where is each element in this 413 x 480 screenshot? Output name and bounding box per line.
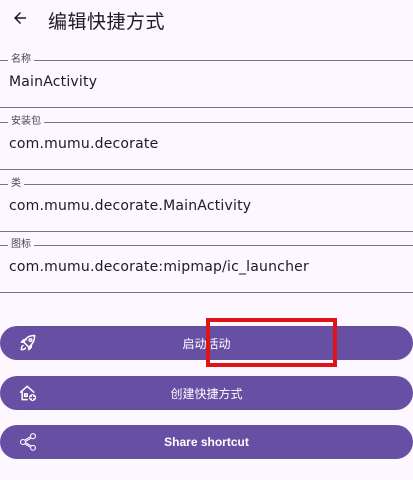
package-field[interactable]: 安装包 com.mumu.decorate (0, 115, 413, 170)
page-title: 编辑快捷方式 (48, 11, 166, 33)
share-shortcut-button[interactable]: Share shortcut (0, 425, 413, 459)
name-field-value: MainActivity (9, 74, 98, 90)
icon-field[interactable]: 图标 com.mumu.decorate:mipmap/ic_launcher (0, 238, 413, 293)
name-field[interactable]: 名称 MainActivity (0, 53, 413, 108)
package-field-label: 安装包 (8, 115, 44, 129)
create-shortcut-button[interactable]: 创建快捷方式 (0, 376, 413, 410)
create-shortcut-label: 创建快捷方式 (170, 386, 243, 401)
class-field-label: 类 (8, 177, 24, 191)
launch-activity-button[interactable]: 启动活动 (0, 326, 413, 360)
add-home-icon (18, 383, 38, 403)
launch-activity-label: 启动活动 (182, 336, 231, 351)
class-field[interactable]: 类 com.mumu.decorate.MainActivity (0, 177, 413, 232)
class-field-value: com.mumu.decorate.MainActivity (9, 198, 252, 214)
icon-field-label: 图标 (8, 238, 34, 252)
package-field-value: com.mumu.decorate (9, 136, 159, 152)
top-app-bar: 编辑快捷方式 (0, 0, 413, 40)
edit-shortcut-screen: 编辑快捷方式 名称 MainActivity 安装包 com.mumu.deco… (0, 0, 413, 480)
icon-field-value: com.mumu.decorate:mipmap/ic_launcher (9, 259, 309, 275)
share-shortcut-label: Share shortcut (164, 435, 249, 449)
share-icon (18, 432, 38, 452)
back-button[interactable] (8, 6, 32, 30)
rocket-icon (18, 333, 38, 353)
name-field-label: 名称 (8, 53, 34, 67)
arrow-left-icon (14, 12, 26, 24)
